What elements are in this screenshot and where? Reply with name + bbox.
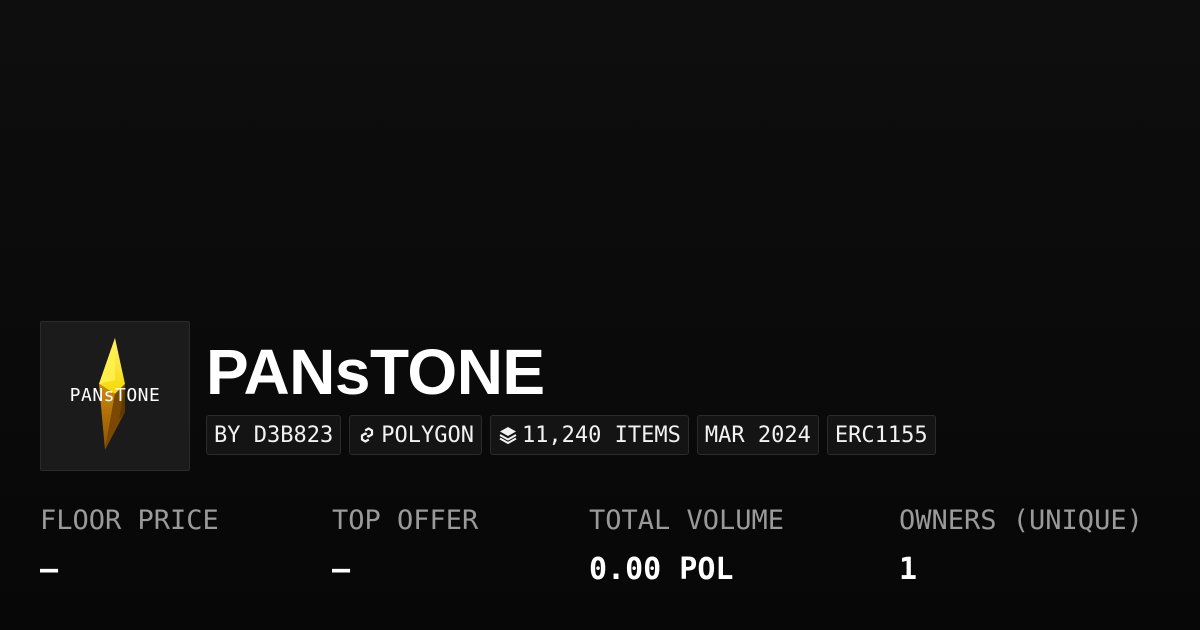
stat-label: OWNERS (UNIQUE) xyxy=(899,505,1143,536)
creator-chip-label: BY D3B823 xyxy=(214,422,334,448)
items-chip[interactable]: 11,240 ITEMS xyxy=(489,415,689,455)
collection-title: PANsTONE xyxy=(206,336,545,408)
stat-value: – xyxy=(40,552,59,587)
stat-top-offer: TOP OFFER – xyxy=(332,500,478,598)
chain-chip[interactable]: POLYGON xyxy=(349,415,482,455)
chain-link-icon xyxy=(357,425,377,445)
collection-stats: FLOOR PRICE – TOP OFFER – TOTAL VOLUME 0… xyxy=(0,500,1200,600)
stat-value: 0.00 POL xyxy=(589,552,734,587)
date-chip: MAR 2024 xyxy=(696,415,819,455)
stat-label: FLOOR PRICE xyxy=(40,505,219,536)
items-chip-label: 11,240 ITEMS xyxy=(521,422,681,448)
stat-label: TOP OFFER xyxy=(332,505,479,536)
stat-value: 1 xyxy=(899,552,918,587)
token-standard-chip-label: ERC1155 xyxy=(834,422,928,448)
stat-label: TOTAL VOLUME xyxy=(589,505,785,536)
stat-value: – xyxy=(332,552,351,587)
chain-chip-label: POLYGON xyxy=(381,422,474,448)
stat-owners: OWNERS (UNIQUE) 1 xyxy=(899,500,1143,598)
layers-icon xyxy=(498,425,518,445)
stat-total-volume: TOTAL VOLUME 0.00 POL xyxy=(589,500,784,598)
collection-meta-chips: BY D3B823 POLYGON 11,240 ITEMS MAR 2024 … xyxy=(206,415,936,455)
collection-logo: PANsTONE xyxy=(40,321,190,471)
token-standard-chip: ERC1155 xyxy=(826,415,936,455)
creator-chip[interactable]: BY D3B823 xyxy=(206,415,342,455)
logo-text: PANsTONE xyxy=(69,385,161,406)
date-chip-label: MAR 2024 xyxy=(704,422,811,448)
stat-floor-price: FLOOR PRICE – xyxy=(40,500,219,598)
